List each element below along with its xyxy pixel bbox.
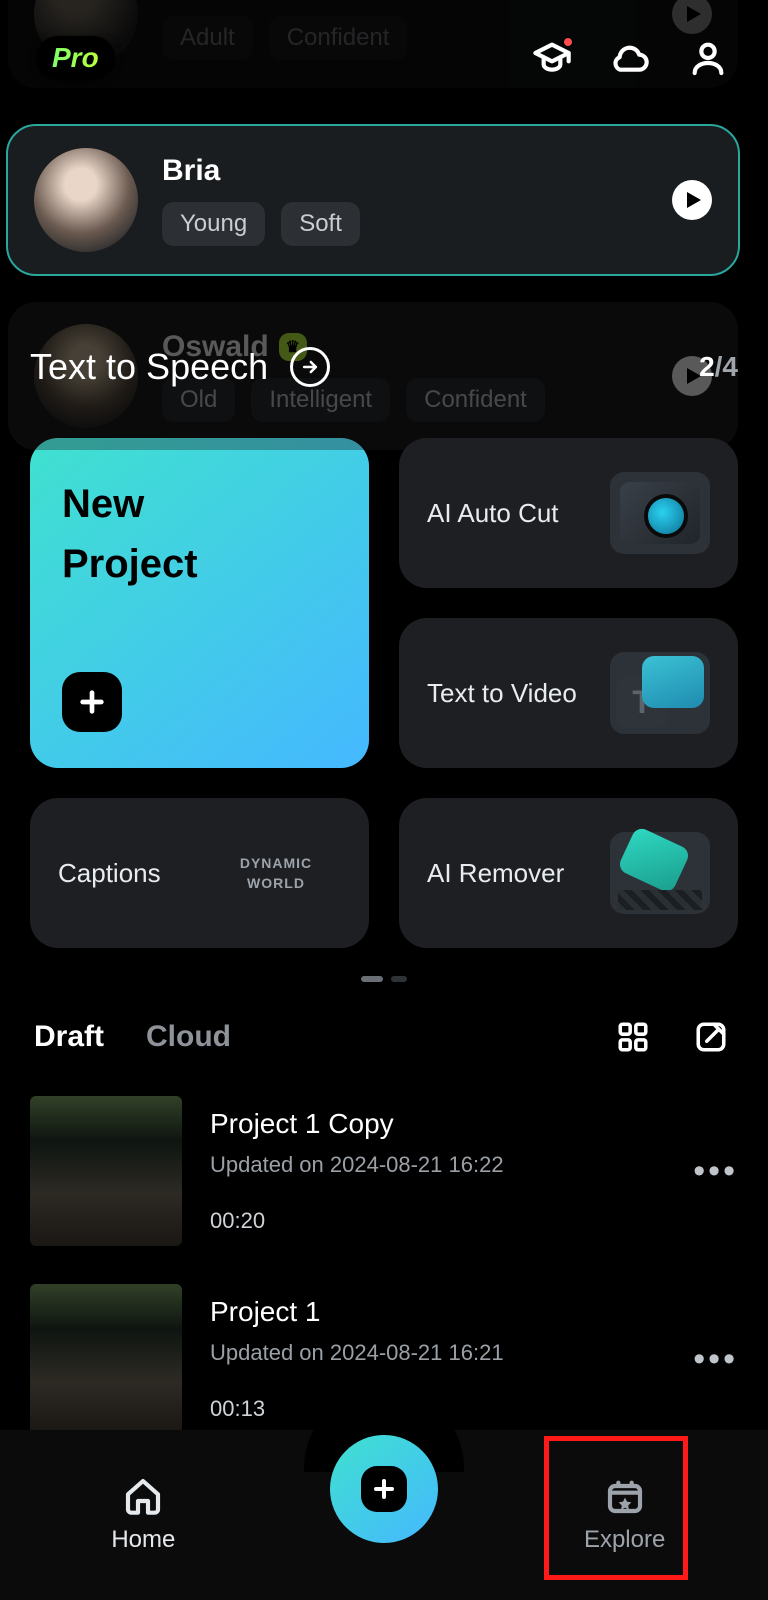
section-header: Text to Speech 2/4	[30, 346, 738, 388]
arrow-right-icon	[290, 347, 330, 387]
project-thumbnail	[30, 1284, 182, 1434]
plus-icon	[361, 1466, 407, 1512]
nav-create-button[interactable]	[330, 1435, 438, 1543]
plus-icon	[62, 672, 122, 732]
edit-icon[interactable]	[694, 1020, 728, 1054]
nav-home[interactable]: Home	[43, 1476, 243, 1554]
project-title: Project 1	[210, 1296, 665, 1328]
project-meta: Updated on 2024-08-21 16:22	[210, 1152, 665, 1178]
top-header: Pro	[0, 28, 768, 88]
captions-icon: DYNAMIC WORLD	[211, 832, 341, 914]
project-thumbnail	[30, 1096, 182, 1246]
tab-draft[interactable]: Draft	[34, 1020, 104, 1054]
voice-tag: Young	[162, 202, 265, 246]
text-to-speech-link[interactable]: Text to Speech	[30, 346, 330, 388]
new-project-button[interactable]: New Project	[30, 438, 369, 768]
voice-name: Marcus	[162, 0, 267, 2]
bottom-nav: Home Explore	[0, 1430, 768, 1600]
page-indicator	[0, 976, 768, 982]
learn-icon[interactable]	[532, 38, 572, 78]
profile-icon[interactable]	[688, 38, 728, 78]
grid-view-icon[interactable]	[616, 1020, 650, 1054]
voice-list: Bria Young Soft Oswald♛ Old Intelligent …	[8, 126, 738, 478]
ai-remover-button[interactable]: AI Remover	[399, 798, 738, 948]
nav-explore[interactable]: Explore	[525, 1476, 725, 1554]
cloud-icon[interactable]	[610, 38, 650, 78]
project-title: Project 1 Copy	[210, 1108, 665, 1140]
voice-name: Bria	[162, 154, 220, 188]
ai-remover-icon	[610, 832, 710, 914]
auto-cut-icon	[610, 472, 710, 554]
section-counter: 2/4	[699, 351, 738, 383]
voice-card-bria[interactable]: Bria Young Soft	[8, 126, 738, 274]
voice-tag: Soft	[281, 202, 360, 246]
captions-button[interactable]: Captions DYNAMIC WORLD	[30, 798, 369, 948]
notification-dot	[562, 36, 574, 48]
pro-badge[interactable]: Pro	[36, 36, 115, 80]
play-icon[interactable]	[672, 180, 712, 220]
tab-cloud[interactable]: Cloud	[146, 1020, 231, 1054]
project-duration: 00:20	[210, 1208, 665, 1234]
drafts-header: Draft Cloud	[34, 1020, 728, 1054]
project-meta: Updated on 2024-08-21 16:21	[210, 1340, 665, 1366]
tools-grid: New Project AI Auto Cut Text to Video Ca…	[30, 438, 738, 948]
project-item[interactable]: Project 1 Copy Updated on 2024-08-21 16:…	[30, 1096, 738, 1246]
text-to-video-icon	[610, 652, 710, 734]
avatar	[34, 148, 138, 252]
text-to-video-button[interactable]: Text to Video	[399, 618, 738, 768]
